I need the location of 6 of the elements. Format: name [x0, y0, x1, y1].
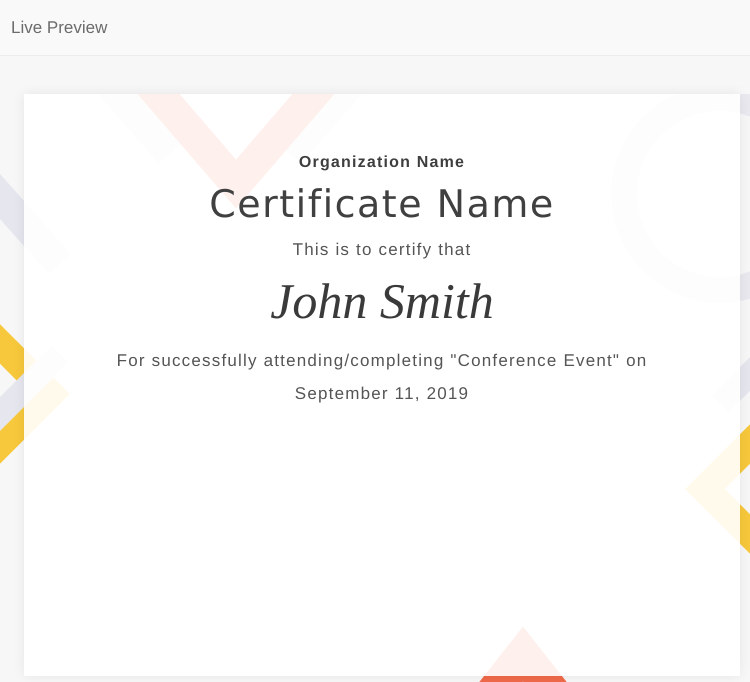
organization-name: Organization Name [298, 154, 466, 172]
description-text: For successfully attending/completing "Conference Event" on September 11, 2019 [116, 350, 648, 405]
certificate-title: Certificate Name [209, 182, 555, 226]
page-title: Live Preview [11, 18, 108, 38]
certify-text: This is to certify that [292, 240, 472, 260]
recipient-name: John Smith [270, 272, 494, 330]
